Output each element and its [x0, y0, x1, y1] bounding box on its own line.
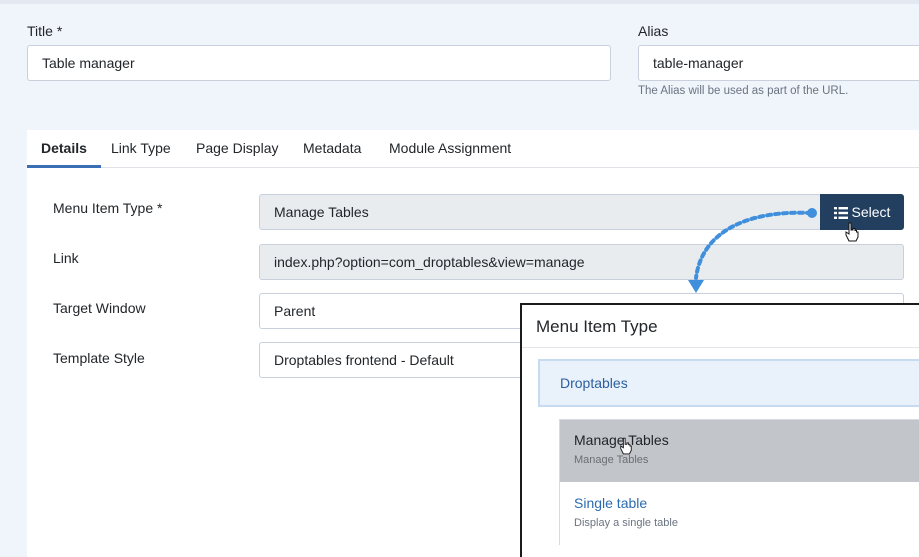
dotted-arrow-icon	[688, 208, 817, 293]
alias-help-text: The Alias will be used as part of the UR…	[638, 85, 849, 97]
menu-type-manage-tables[interactable]: Manage Tables Manage Tables	[560, 420, 919, 482]
modal-title: Menu Item Type	[536, 317, 658, 336]
top-strip	[0, 0, 919, 4]
tab-metadata[interactable]: Metadata	[289, 130, 375, 168]
tab-link-type[interactable]: Link Type	[97, 130, 185, 168]
modal-divider	[522, 347, 919, 348]
template-style-label: Template Style	[53, 350, 145, 366]
hand-pointer-icon	[620, 437, 632, 455]
menu-item-type-label: Menu Item Type *	[53, 200, 163, 216]
tab-bar: Details Link Type Page Display Metadata …	[27, 130, 919, 168]
target-window-label: Target Window	[53, 300, 146, 316]
tab-details[interactable]: Details	[27, 130, 101, 168]
alias-label: Alias	[638, 23, 669, 39]
tab-page-display[interactable]: Page Display	[182, 130, 293, 168]
menu-type-description: Display a single table	[574, 517, 678, 529]
menu-type-list: Manage Tables Manage Tables Single table…	[559, 419, 919, 545]
title-input[interactable]: Table manager	[27, 45, 611, 81]
tab-module-assignment[interactable]: Module Assignment	[375, 130, 525, 168]
menu-type-description: Manage Tables	[574, 454, 649, 466]
template-style-select[interactable]: Droptables frontend - Default	[259, 342, 549, 378]
hand-pointer-icon	[845, 222, 859, 242]
alias-input[interactable]: table-manager	[638, 45, 919, 81]
select-button-label: Select	[851, 204, 891, 220]
menu-type-title: Single table	[574, 495, 648, 511]
menu-type-single-table[interactable]: Single table Display a single table	[560, 483, 919, 545]
droptables-group[interactable]: Droptables	[538, 359, 919, 407]
link-label: Link	[53, 250, 79, 266]
menu-item-type-modal: Menu Item Type Droptables Manage Tables …	[520, 303, 919, 557]
select-button[interactable]: Select	[820, 194, 904, 230]
title-label: Title *	[27, 23, 63, 39]
